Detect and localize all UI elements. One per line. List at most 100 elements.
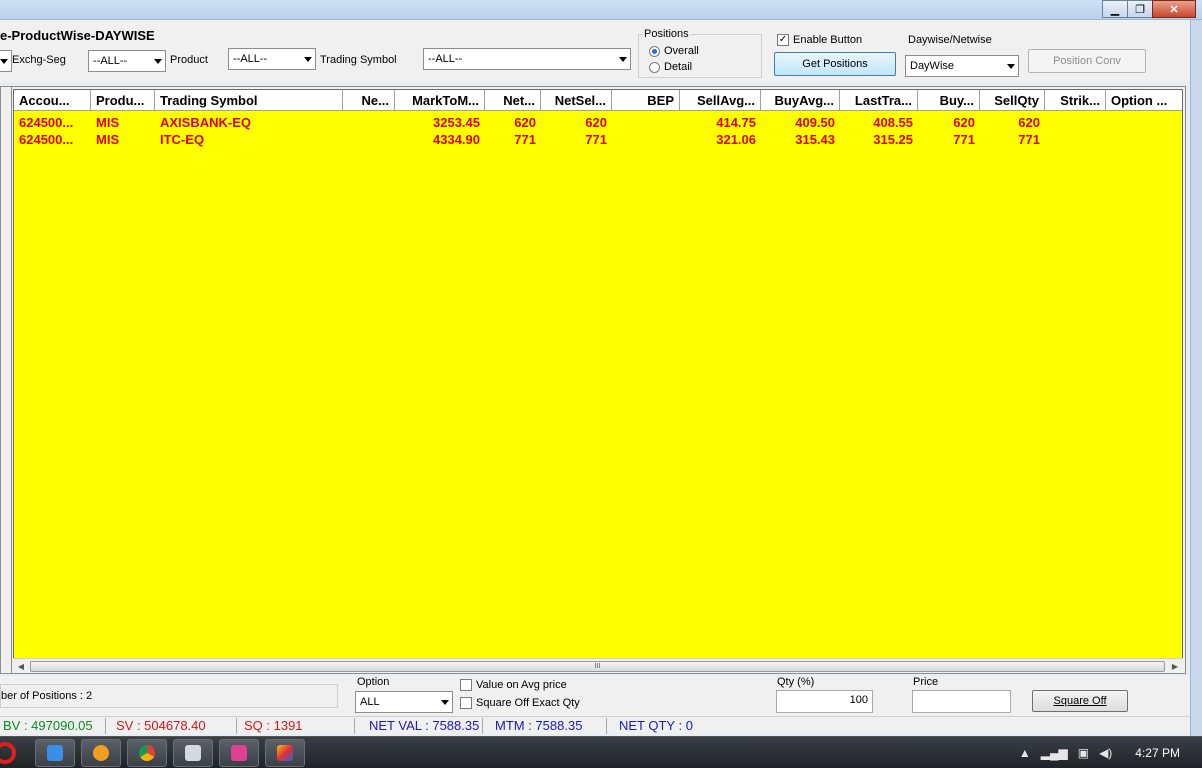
horizontal-scrollbar[interactable]: ◀ III ▶ <box>13 658 1183 673</box>
taskbar-app-6[interactable] <box>265 739 305 767</box>
column-header[interactable]: Accou... <box>14 90 91 111</box>
signal-icon[interactable]: ▂▄▆ <box>1041 746 1068 760</box>
minimize-button[interactable]: ▁ <box>1102 0 1128 18</box>
table-cell: 4334.90 <box>433 132 480 147</box>
taskbar-app-5[interactable] <box>219 739 259 767</box>
opera-icon[interactable] <box>0 742 16 764</box>
enable-button-checkbox[interactable]: ✓ Enable Button <box>777 34 862 46</box>
positions-count: ber of Positions : 2 <box>0 684 338 708</box>
checkbox-empty-icon <box>460 679 472 691</box>
table-cell <box>343 131 395 148</box>
column-header[interactable]: Strik... <box>1045 90 1106 111</box>
table-cell: 771 <box>585 132 607 147</box>
table-cell <box>1045 114 1106 131</box>
table-cell: 409.50 <box>795 115 835 130</box>
product-select-value: --ALL-- <box>233 53 268 65</box>
status-sv: SV : 504678.40 <box>113 718 237 734</box>
table-cell <box>343 114 395 131</box>
tray-expand-icon[interactable]: ▲ <box>1019 746 1031 760</box>
table-row[interactable]: 624500... MIS ITC-EQ 4334.90 771 771 321.06 315… <box>14 131 1182 148</box>
status-bar: BV : 497090.05 SV : 504678.40 SQ : 1391 … <box>0 716 1190 734</box>
clock[interactable]: 4:27 PM <box>1135 746 1180 760</box>
table-cell: 3253.45 <box>433 115 480 130</box>
maximize-button[interactable]: ❐ <box>1127 0 1153 18</box>
column-header[interactable]: SellAvg... <box>680 90 761 111</box>
exchange-select[interactable]: --ALL-- <box>88 50 166 72</box>
chrome-icon <box>139 745 155 761</box>
chevron-down-icon <box>619 57 627 62</box>
detail-radio[interactable]: Detail <box>649 61 692 73</box>
table-cell: 771 <box>514 132 536 147</box>
symbol-select-value: --ALL-- <box>428 53 463 65</box>
action-panel: ber of Positions : 2 Option ALL Value on… <box>0 676 1190 716</box>
symbol-select[interactable]: --ALL-- <box>423 48 631 70</box>
chevron-down-icon <box>441 700 449 705</box>
grid-header: Accou... Produ... Trading Symbol Ne... MarkT… <box>14 90 1182 111</box>
square-off-exact-checkbox[interactable]: Square Off Exact Qty <box>460 697 580 709</box>
value-on-avg-label: Value on Avg price <box>476 679 567 691</box>
column-header[interactable]: Trading Symbol <box>155 90 343 111</box>
symbol-label: Trading Symbol <box>320 54 397 66</box>
table-cell: 620 <box>585 115 607 130</box>
column-header[interactable]: SellQty <box>980 90 1045 111</box>
filter-panel: e-ProductWise-DAYWISE Exchg-Seg --ALL-- … <box>0 20 1190 82</box>
radio-selected-icon <box>649 45 660 57</box>
checkbox-empty-icon <box>460 697 472 709</box>
overall-radio[interactable]: Overall <box>649 45 699 57</box>
option-label: Option <box>357 676 390 688</box>
column-header[interactable]: BuyAvg... <box>761 90 840 111</box>
value-on-avg-checkbox[interactable]: Value on Avg price <box>460 679 567 691</box>
positions-grid[interactable]: Accou... Produ... Trading Symbol Ne... MarkT… <box>13 89 1183 660</box>
table-cell: 620 <box>953 115 975 130</box>
option-select[interactable]: ALL <box>355 691 453 713</box>
taskbar-app-4[interactable] <box>173 739 213 767</box>
detail-radio-label: Detail <box>664 61 693 73</box>
close-button[interactable]: ✕ <box>1152 0 1196 18</box>
status-bv: BV : 497090.05 <box>0 718 106 734</box>
power-icon[interactable]: ▣ <box>1078 746 1089 760</box>
status-net-qty: NET QTY : 0 <box>619 718 693 733</box>
column-header[interactable]: BEP <box>612 90 680 111</box>
app-icon <box>47 745 63 761</box>
scrollbar-thumb[interactable]: III <box>30 661 1165 672</box>
system-tray: ▲ ▂▄▆ ▣ ◀) 4:27 PM <box>1014 737 1202 768</box>
table-cell: 620 <box>514 115 536 130</box>
square-off-button[interactable]: Square Off <box>1032 690 1128 712</box>
column-header[interactable]: Buy... <box>918 90 980 111</box>
column-header[interactable]: Ne... <box>343 90 395 111</box>
enable-button-label: Enable Button <box>793 34 863 46</box>
table-row[interactable]: 624500... MIS AXISBANK-EQ 3253.45 620 620 414.… <box>14 114 1182 131</box>
scroll-right-icon[interactable]: ▶ <box>1169 661 1181 672</box>
position-conv-button[interactable]: Position Conv <box>1028 49 1146 73</box>
taskbar-app-2[interactable] <box>81 739 121 767</box>
taskbar-app-1[interactable] <box>35 739 75 767</box>
table-cell <box>612 131 680 148</box>
table-cell: 624500... <box>19 132 74 147</box>
table-cell <box>1106 114 1182 131</box>
scroll-left-icon[interactable]: ◀ <box>15 661 27 672</box>
column-header[interactable]: NetSel... <box>541 90 612 111</box>
get-positions-button[interactable]: Get Positions <box>774 52 896 76</box>
product-label: Product <box>170 54 208 66</box>
daywise-select[interactable]: DayWise <box>905 55 1019 77</box>
column-header[interactable]: Net... <box>485 90 541 111</box>
product-select[interactable]: --ALL-- <box>228 48 316 70</box>
daywise-label: Daywise/Netwise <box>908 34 992 46</box>
taskbar-app-3[interactable] <box>127 739 167 767</box>
chevron-down-icon <box>1007 64 1015 69</box>
column-header[interactable]: LastTra... <box>840 90 918 111</box>
column-header[interactable]: Produ... <box>91 90 155 111</box>
exchange-label: Exchg-Seg <box>12 54 66 66</box>
hidden-combo[interactable] <box>0 50 12 72</box>
table-cell: 414.75 <box>716 115 756 130</box>
column-header[interactable]: Option ... <box>1106 90 1182 111</box>
price-input[interactable] <box>912 690 1011 713</box>
qty-input[interactable]: 100 <box>776 690 873 713</box>
table-cell: 771 <box>1018 132 1040 147</box>
window-titlebar: ▁ ❐ ✕ <box>0 0 1202 20</box>
paint-icon <box>231 745 247 761</box>
left-splitter[interactable] <box>1 87 12 673</box>
table-cell: AXISBANK-EQ <box>160 115 252 130</box>
speaker-icon[interactable]: ◀) <box>1099 746 1112 760</box>
column-header[interactable]: MarkToM... <box>395 90 485 111</box>
